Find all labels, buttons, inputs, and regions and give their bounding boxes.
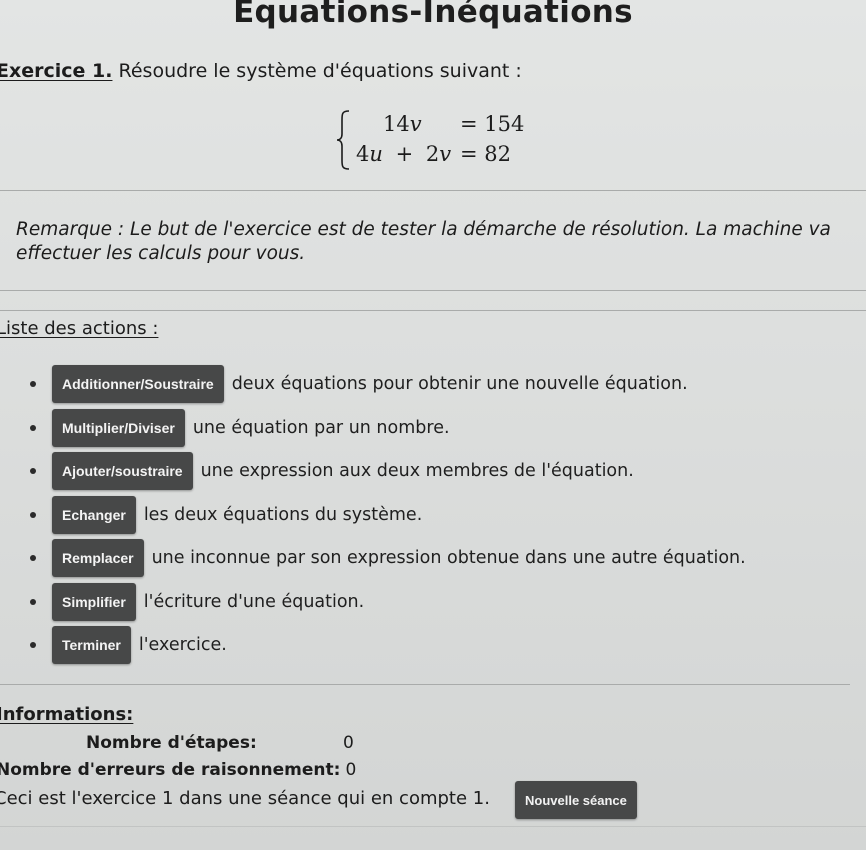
left-brace-icon xyxy=(336,110,350,170)
eq2-term2-coefficient: 2 xyxy=(425,142,440,166)
action-description: une équation par un nombre. xyxy=(192,418,450,438)
divider xyxy=(0,310,866,311)
divider xyxy=(0,826,866,827)
divider xyxy=(0,190,866,191)
replace-button[interactable]: Remplacer xyxy=(52,539,144,577)
add-subtract-expression-button[interactable]: Ajouter/soustraire xyxy=(52,452,193,490)
equation-1: 14v xyxy=(383,112,422,136)
add-subtract-equations-button[interactable]: Additionner/Soustraire xyxy=(52,365,224,403)
simplify-button[interactable]: Simplifier xyxy=(52,583,136,621)
bullet-icon xyxy=(30,642,36,648)
action-item: Echanger les deux équations du système. xyxy=(30,496,423,534)
action-item: Remplacer une inconnue par son expressio… xyxy=(30,539,746,577)
swap-button[interactable]: Echanger xyxy=(52,496,136,534)
exercise-note: Remarque : Le but de l'exercice est de t… xyxy=(16,219,831,264)
bullet-icon xyxy=(30,425,36,431)
steps-label: Nombre d'étapes: xyxy=(86,733,257,753)
actions-heading: Liste des actions : xyxy=(0,318,159,339)
session-text: Ceci est l'exercice 1 dans une séance qu… xyxy=(0,788,490,809)
action-item: Terminer l'exercice. xyxy=(30,626,227,664)
eq1-variable: v xyxy=(409,112,422,136)
action-description: une expression aux deux membres de l'équ… xyxy=(200,461,634,481)
eq2-term1-coefficient: 4 xyxy=(356,142,370,166)
eq2-term1-variable: u xyxy=(369,142,383,166)
exercise-label: Exercice 1. xyxy=(0,60,113,82)
eq2-plus-sign: + xyxy=(395,142,414,166)
action-description: une inconnue par son expression obtenue … xyxy=(151,548,746,568)
equation-system: 14v = 154 4u + 2v = 82 xyxy=(336,110,536,174)
errors-line: Nombre d'erreurs de raisonnement: 0 xyxy=(0,760,356,780)
action-description: l'écriture d'une équation. xyxy=(143,592,365,612)
bullet-icon xyxy=(30,381,36,387)
finish-button[interactable]: Terminer xyxy=(52,626,131,664)
action-description: les deux équations du système. xyxy=(143,505,423,525)
info-heading: Informations: xyxy=(0,704,134,725)
action-item: Simplifier l'écriture d'une équation. xyxy=(30,583,365,621)
bullet-icon xyxy=(30,512,36,518)
bullet-icon xyxy=(30,555,36,561)
exercise-instruction-text: Résoudre le système d'équations suivant … xyxy=(118,60,522,82)
action-description: l'exercice. xyxy=(138,635,227,655)
action-item: Additionner/Soustraire deux équations po… xyxy=(30,365,688,403)
action-description: deux équations pour obtenir une nouvelle… xyxy=(231,374,688,394)
action-item: Ajouter/soustraire une expression aux de… xyxy=(30,452,634,490)
eq2-term2-variable: v xyxy=(439,142,452,166)
errors-value: 0 xyxy=(345,760,357,780)
multiply-divide-button[interactable]: Multiplier/Diviser xyxy=(52,409,185,447)
action-item: Multiplier/Diviser une équation par un n… xyxy=(30,409,450,447)
errors-label: Nombre d'erreurs de raisonnement: xyxy=(0,760,341,780)
equation-1-rhs: = 154 xyxy=(460,112,525,136)
divider xyxy=(0,684,850,685)
exercise-instruction: Exercice 1. Résoudre le système d'équati… xyxy=(0,60,522,82)
new-session-button[interactable]: Nouvelle séance xyxy=(515,781,637,819)
divider xyxy=(0,290,866,291)
equation-2-rhs: = 82 xyxy=(460,142,511,166)
eq1-coefficient: 14 xyxy=(383,112,410,136)
steps-value: 0 xyxy=(343,733,354,753)
equation-2: 4u + 2v xyxy=(356,142,451,166)
bullet-icon xyxy=(30,599,36,605)
bullet-icon xyxy=(30,468,36,474)
page-title: Equations-Inéquations xyxy=(233,0,633,30)
